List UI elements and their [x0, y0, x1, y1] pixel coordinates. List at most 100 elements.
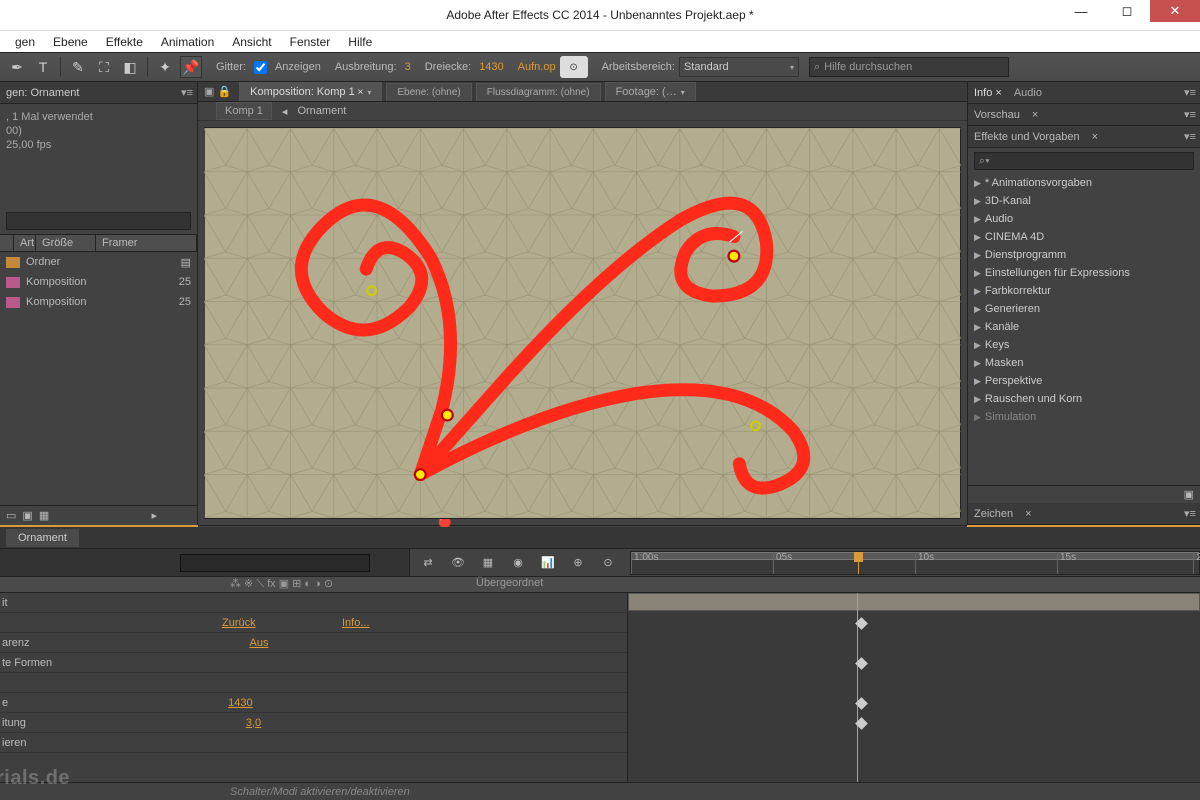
composition-viewer[interactable]	[204, 127, 961, 519]
timeline-panel: Ornament ⇄ 👁 ▦ ◉ 📊 ⊕ ⊙ 1:00s 05s 10s 15s…	[0, 525, 1200, 800]
workspace-label: Arbeitsbereich:	[602, 61, 675, 73]
preset-category[interactable]: ▶Einstellungen für Expressions	[968, 264, 1200, 282]
effects-search-input[interactable]: ⌕▾	[974, 152, 1194, 170]
project-panel-tab[interactable]: gen: Ornament▾≡	[0, 82, 197, 104]
menu-item[interactable]: Hilfe	[339, 35, 381, 49]
maximize-button[interactable]: ◻	[1104, 0, 1150, 22]
brush-tool-icon[interactable]: ✎	[67, 56, 89, 78]
project-item[interactable]: Ordner▤	[0, 252, 197, 272]
breadcrumb-item[interactable]: Ornament	[297, 105, 346, 117]
minimize-button[interactable]: —	[1058, 0, 1104, 22]
close-button[interactable]: ✕	[1150, 0, 1200, 22]
layer-row[interactable]: it	[0, 593, 627, 613]
brainstorm-icon[interactable]: ⊕	[566, 551, 590, 575]
project-item[interactable]: Komposition25	[0, 272, 197, 292]
layer-row[interactable]	[0, 673, 627, 693]
preset-category[interactable]: ▶CINEMA 4D	[968, 228, 1200, 246]
grid-checkbox[interactable]	[254, 61, 267, 74]
preset-category[interactable]: ▶* Animationsvorgaben	[968, 174, 1200, 192]
shy-icon[interactable]: 👁	[446, 551, 470, 575]
auto-keyframe-icon[interactable]: ⊙	[596, 551, 620, 575]
clone-tool-icon[interactable]: ⛶	[93, 56, 115, 78]
panel-menu-icon[interactable]: ▾≡	[1184, 130, 1196, 143]
lock-icon[interactable]: ▣ 🔒	[204, 85, 231, 98]
preset-category[interactable]: ▶Farbkorrektur	[968, 282, 1200, 300]
project-search-input[interactable]	[6, 212, 191, 230]
new-folder-icon[interactable]: ▣	[22, 509, 32, 522]
track-area[interactable]	[628, 593, 1200, 782]
layer-row[interactable]: e1430	[0, 693, 627, 713]
preset-category[interactable]: ▶Generieren	[968, 300, 1200, 318]
triangles-value[interactable]: 1430	[479, 61, 503, 73]
pen-tool-icon[interactable]: ✒	[6, 56, 28, 78]
puppet-tool-icon[interactable]: 📌	[180, 56, 202, 78]
viewer-tab[interactable]: Ebene: (ohne)	[386, 83, 471, 101]
project-panel: gen: Ornament▾≡ , 1 Mal verwendet 00) 25…	[0, 82, 198, 525]
value-link[interactable]: Aus	[250, 637, 370, 649]
bit-depth-button[interactable]: ▭	[6, 509, 16, 522]
preset-category[interactable]: ▶Simulation	[968, 408, 1200, 426]
project-item[interactable]: Komposition25	[0, 292, 197, 312]
value-link[interactable]: Info...	[342, 617, 370, 629]
time-ruler[interactable]: 1:00s 05s 10s 15s 20s	[630, 551, 1200, 575]
workspace-dropdown[interactable]: Standard	[679, 57, 799, 77]
panel-menu-icon[interactable]: ▾≡	[181, 86, 193, 99]
preset-category[interactable]: ▶3D-Kanal	[968, 192, 1200, 210]
panel-menu-icon[interactable]: ▾≡	[1184, 507, 1196, 520]
new-comp-icon[interactable]: ▦	[39, 509, 49, 522]
project-info: , 1 Mal verwendet 00) 25,00 fps	[0, 104, 197, 158]
panel-menu-icon[interactable]: ▾≡	[1184, 86, 1196, 99]
audio-tab[interactable]: Audio	[1014, 87, 1042, 99]
value-link[interactable]: Zurück	[222, 617, 342, 629]
preset-category[interactable]: ▶Keys	[968, 336, 1200, 354]
scroll-right-icon[interactable]: ▸	[151, 509, 157, 522]
viewer-tab[interactable]: Komposition: Komp 1 ×	[239, 82, 382, 101]
preset-category[interactable]: ▶Audio	[968, 210, 1200, 228]
layer-bar[interactable]	[628, 593, 1200, 611]
preview-tab[interactable]: Vorschau ×▾≡	[968, 104, 1200, 126]
menu-item[interactable]: Animation	[152, 35, 223, 49]
playhead[interactable]	[858, 552, 859, 574]
layer-row[interactable]: arenzAus	[0, 633, 627, 653]
layer-row[interactable]: te Formen	[0, 653, 627, 673]
preset-category[interactable]: ▶Perspektive	[968, 372, 1200, 390]
layer-row[interactable]: itung3,0	[0, 713, 627, 733]
menu-item[interactable]: Ebene	[44, 35, 97, 49]
viewer-tab[interactable]: Footage: (…	[605, 82, 696, 101]
graph-editor-icon[interactable]: 📊	[536, 551, 560, 575]
menu-item[interactable]: Fenster	[281, 35, 340, 49]
preset-category[interactable]: ▶Rauschen und Korn	[968, 390, 1200, 408]
eraser-tool-icon[interactable]: ◧	[119, 56, 141, 78]
breadcrumb-item[interactable]: Komp 1	[216, 102, 272, 120]
value-link[interactable]: 1430	[228, 697, 348, 709]
character-tab[interactable]: Zeichen ×▾≡	[968, 503, 1200, 525]
comp-icon	[6, 297, 20, 308]
info-tab[interactable]: Info ×	[974, 87, 1002, 99]
switches-icon[interactable]: ⇄	[416, 551, 440, 575]
preset-category[interactable]: ▶Masken	[968, 354, 1200, 372]
frame-blend-icon[interactable]: ▦	[476, 551, 500, 575]
help-search-input[interactable]: ⌕ Hilfe durchsuchen	[809, 57, 1009, 77]
menu-item[interactable]: Ansicht	[223, 35, 280, 49]
menu-item[interactable]: Effekte	[97, 35, 152, 49]
composition-panel: ▣ 🔒 Komposition: Komp 1 × Ebene: (ohne) …	[198, 82, 968, 525]
timeline-tab[interactable]: Ornament	[6, 529, 79, 547]
motion-blur-icon[interactable]: ◉	[506, 551, 530, 575]
effects-presets-tab[interactable]: Effekte und Vorgaben ×▾≡	[968, 126, 1200, 148]
record-icon[interactable]: ⊙	[560, 56, 588, 78]
timeline-search-input[interactable]	[180, 554, 370, 572]
project-columns: Art Größe Framer	[0, 234, 197, 252]
new-bin-icon[interactable]: ▣	[1184, 488, 1194, 501]
preset-category[interactable]: ▶Kanäle	[968, 318, 1200, 336]
menu-item[interactable]: gen	[6, 35, 44, 49]
roto-tool-icon[interactable]: ✦	[154, 56, 176, 78]
layer-row[interactable]: ZurückInfo...	[0, 613, 627, 633]
record-label[interactable]: Aufn.op	[518, 61, 556, 73]
value-link[interactable]: 3,0	[246, 717, 366, 729]
preset-category[interactable]: ▶Dienstprogramm	[968, 246, 1200, 264]
viewer-tab[interactable]: Flussdiagramm: (ohne)	[476, 83, 601, 101]
panel-menu-icon[interactable]: ▾≡	[1184, 108, 1196, 121]
layer-row[interactable]: ieren	[0, 733, 627, 753]
expansion-value[interactable]: 3	[405, 61, 411, 73]
type-tool-icon[interactable]: T	[32, 56, 54, 78]
